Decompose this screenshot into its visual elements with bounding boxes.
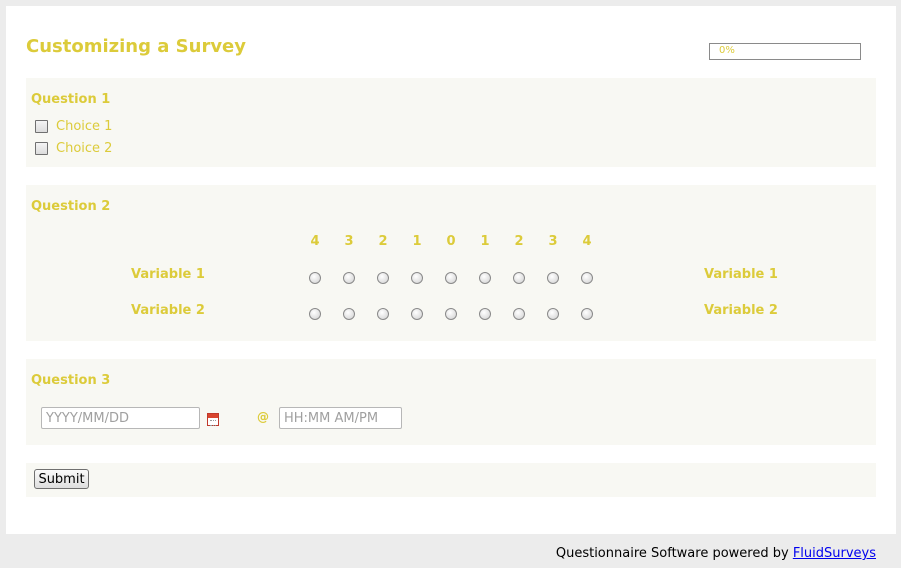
survey-card: Customizing a Survey 0% Question 1 Choic… [6, 6, 896, 534]
row-1-left-label: Variable 1 [131, 267, 205, 282]
scale-header: 2 [378, 234, 388, 249]
row-1-right-label: Variable 1 [704, 267, 778, 282]
choice-1-checkbox[interactable] [35, 120, 48, 133]
fluidsurveys-link[interactable]: FluidSurveys [793, 546, 876, 561]
progress-text: 0% [719, 45, 735, 56]
footer-text: Questionnaire Software powered by [555, 546, 793, 561]
submit-section: Submit [26, 463, 876, 497]
scale-header: 4 [310, 234, 320, 249]
row-1-radio[interactable] [513, 272, 525, 284]
row-1-radio[interactable] [411, 272, 423, 284]
scale-header: 1 [412, 234, 422, 249]
row-2-right-label: Variable 2 [704, 303, 778, 318]
row-1-radio[interactable] [445, 272, 457, 284]
survey-title: Customizing a Survey [26, 36, 246, 57]
row-2-radio[interactable] [377, 308, 389, 320]
row-2-radio[interactable] [343, 308, 355, 320]
row-2-radio[interactable] [513, 308, 525, 320]
question-1-label: Question 1 [31, 92, 111, 107]
time-input[interactable] [279, 407, 402, 429]
row-1-radio[interactable] [309, 272, 321, 284]
question-1-section: Question 1 Choice 1 Choice 2 [26, 78, 876, 167]
footer: Questionnaire Software powered by FluidS… [556, 546, 876, 561]
choice-2-checkbox[interactable] [35, 142, 48, 155]
scale-header: 1 [480, 234, 490, 249]
row-2-left-label: Variable 2 [131, 303, 205, 318]
question-2-label: Question 2 [31, 199, 111, 214]
scale-header: 2 [514, 234, 524, 249]
row-2-radio[interactable] [411, 308, 423, 320]
submit-button[interactable]: Submit [34, 469, 89, 489]
row-2-radio[interactable] [309, 308, 321, 320]
date-input[interactable] [41, 407, 200, 429]
row-2-radio[interactable] [547, 308, 559, 320]
row-1-radio[interactable] [377, 272, 389, 284]
question-2-section: Question 2 4 3 2 1 0 1 2 3 4 Variable 1 … [26, 185, 876, 341]
row-1-radio[interactable] [581, 272, 593, 284]
scale-header: 0 [446, 234, 456, 249]
scale-header: 3 [548, 234, 558, 249]
row-2-radio[interactable] [581, 308, 593, 320]
question-3-label: Question 3 [31, 373, 111, 388]
at-separator: @ [257, 410, 269, 424]
scale-header: 3 [344, 234, 354, 249]
row-2-radio[interactable] [445, 308, 457, 320]
progress-bar: 0% [709, 43, 861, 60]
choice-2-label[interactable]: Choice 2 [56, 141, 112, 156]
row-1-radio[interactable] [479, 272, 491, 284]
row-1-radio[interactable] [547, 272, 559, 284]
row-2-radio[interactable] [479, 308, 491, 320]
choice-1-label[interactable]: Choice 1 [56, 119, 112, 134]
scale-header: 4 [582, 234, 592, 249]
question-3-section: Question 3 @ [26, 359, 876, 445]
row-1-radio[interactable] [343, 272, 355, 284]
calendar-icon[interactable] [207, 413, 219, 426]
